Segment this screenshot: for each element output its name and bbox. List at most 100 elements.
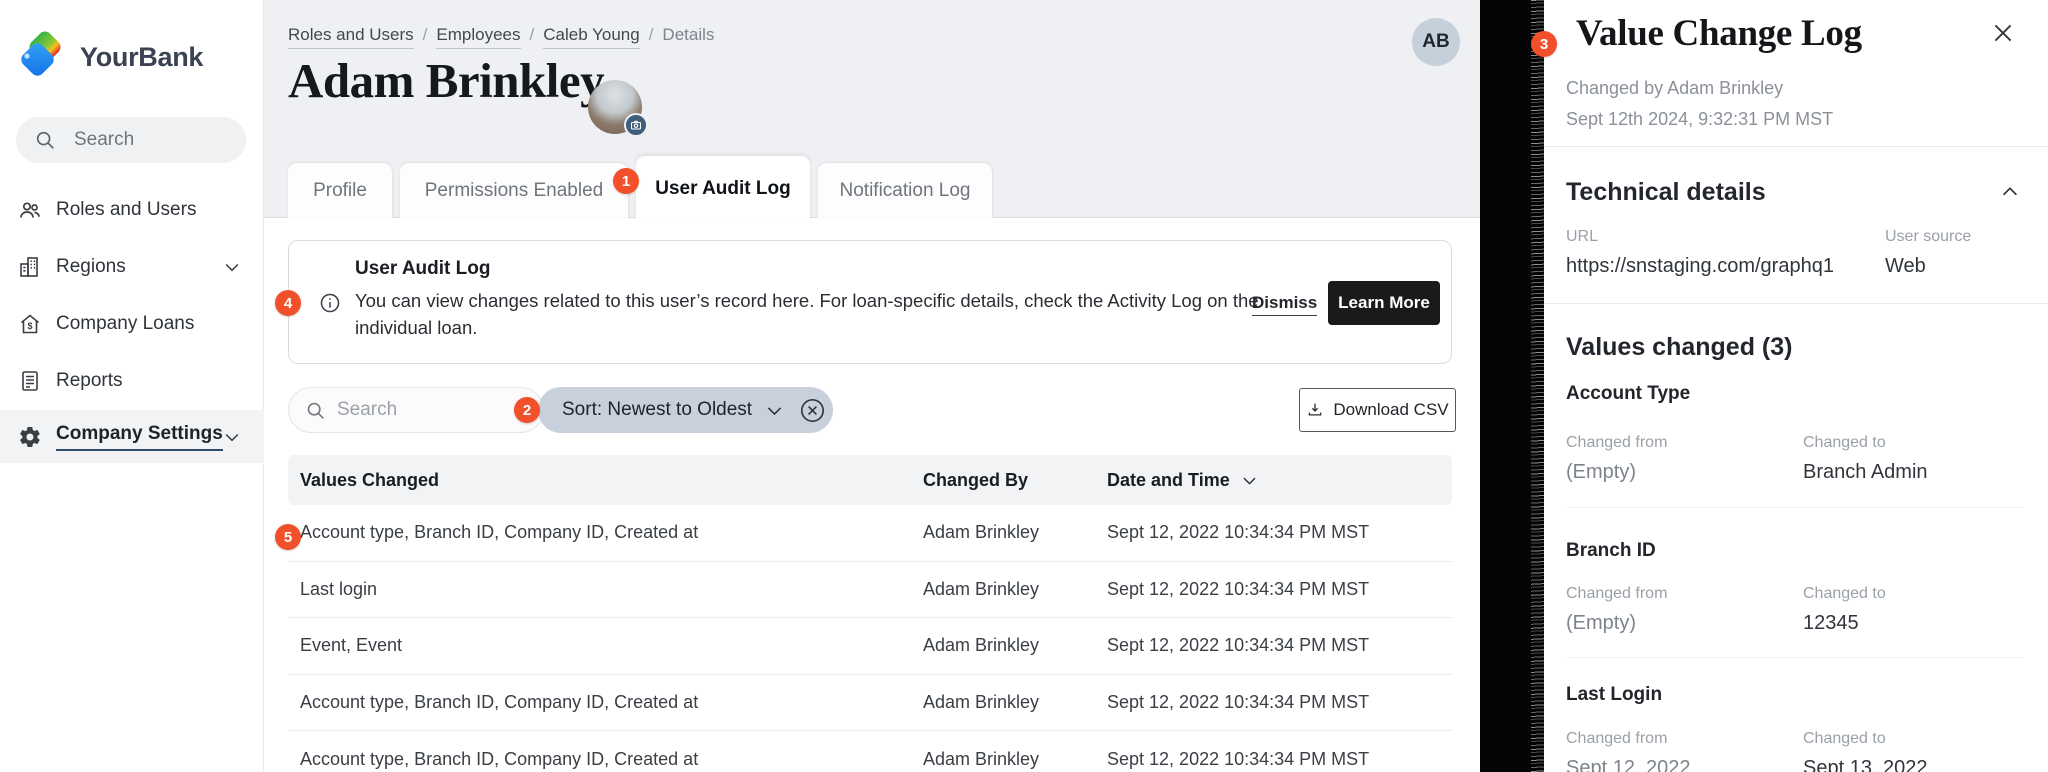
url-value: https://snstaging.com/graphq1 xyxy=(1566,255,1834,278)
column-date-and-time[interactable]: Date and Time xyxy=(1107,470,1452,491)
download-icon xyxy=(1306,401,1324,419)
sidebar-item-regions[interactable]: Regions xyxy=(0,239,264,295)
column-changed-by: Changed By xyxy=(923,470,1107,491)
breadcrumb-link[interactable]: Caleb Young xyxy=(543,25,639,49)
info-icon xyxy=(319,292,341,314)
table-search-input[interactable] xyxy=(337,388,527,432)
table-header-row: Values Changed Changed By Date and Time xyxy=(288,455,1452,505)
banner-body: You can view changes related to this use… xyxy=(355,287,1260,341)
chevron-down-icon[interactable] xyxy=(764,400,785,421)
audit-log-table: Values Changed Changed By Date and Time … xyxy=(288,455,1452,772)
sidebar-item-label: Reports xyxy=(56,370,123,392)
changed-to-value: Sept 13, 2022 xyxy=(1803,757,1928,772)
annotation-badge-4: 4 xyxy=(275,290,301,316)
breadcrumb-current: Details xyxy=(662,25,714,45)
table-row[interactable]: Account type, Branch ID, Company ID, Cre… xyxy=(288,675,1452,732)
changed-to-label: Changed to xyxy=(1803,434,1886,452)
tab-permissions-enabled[interactable]: Permissions Enabled xyxy=(400,163,628,218)
download-csv-label: Download CSV xyxy=(1333,400,1448,420)
table-row[interactable]: Account type, Branch ID, Company ID, Cre… xyxy=(288,505,1452,562)
value-change-log-panel: 3 Value Change Log Changed by Adam Brink… xyxy=(1544,0,2048,772)
divider xyxy=(1544,146,2048,147)
sidebar-item-label: Company Loans xyxy=(56,313,194,335)
sort-filter-chip[interactable]: Sort: Newest to Oldest xyxy=(538,387,833,433)
changed-from-label: Changed from xyxy=(1566,730,1667,748)
entry-field-account-type: Account Type xyxy=(1566,383,1690,405)
user-photo-avatar[interactable] xyxy=(588,80,642,134)
tab-notification-log[interactable]: Notification Log xyxy=(818,163,992,218)
camera-icon[interactable] xyxy=(624,113,648,137)
breadcrumb-separator: / xyxy=(530,25,535,45)
gear-icon xyxy=(18,425,42,449)
breadcrumb-link[interactable]: Roles and Users xyxy=(288,25,414,49)
sidebar-item-reports[interactable]: Reports xyxy=(0,353,264,409)
panel-timestamp: Sept 12th 2024, 9:32:31 PM MST xyxy=(1566,109,1833,130)
yourbank-logo-icon xyxy=(16,30,70,84)
entry-field-last-login: Last Login xyxy=(1566,684,1662,706)
sidebar-search-input[interactable] xyxy=(74,117,234,163)
sidebar: YourBank Roles and Users Regions $ Compa… xyxy=(0,0,264,772)
user-source-value: Web xyxy=(1885,255,1926,278)
sidebar-item-company-settings[interactable]: Company Settings xyxy=(0,410,264,463)
sort-chevron-down-icon xyxy=(1240,471,1259,490)
sidebar-item-label: Regions xyxy=(56,256,126,278)
tab-user-audit-log[interactable]: User Audit Log xyxy=(636,156,810,222)
download-csv-button[interactable]: Download CSV xyxy=(1299,388,1456,432)
divider xyxy=(1566,507,2024,508)
changed-to-label: Changed to xyxy=(1803,730,1886,748)
sidebar-item-label: Roles and Users xyxy=(56,199,196,221)
technical-details-heading: Technical details xyxy=(1566,178,1766,207)
sidebar-item-roles-and-users[interactable]: Roles and Users xyxy=(0,182,264,238)
breadcrumb-separator: / xyxy=(649,25,654,45)
breadcrumb-link[interactable]: Employees xyxy=(436,25,520,49)
annotation-badge-5: 5 xyxy=(275,524,301,550)
sidebar-search[interactable] xyxy=(16,117,246,163)
page-title: Adam Brinkley xyxy=(288,52,604,109)
divider xyxy=(1566,657,2024,658)
brand-name: YourBank xyxy=(80,42,203,73)
table-search[interactable] xyxy=(288,387,544,433)
changed-to-value: Branch Admin xyxy=(1803,461,1928,484)
breadcrumb-separator: / xyxy=(423,25,428,45)
learn-more-button[interactable]: Learn More xyxy=(1328,281,1440,325)
changed-from-value: (Empty) xyxy=(1566,461,1636,484)
table-row[interactable]: Account type, Branch ID, Company ID, Cre… xyxy=(288,731,1452,772)
entry-field-branch-id: Branch ID xyxy=(1566,540,1656,562)
breadcrumb: Roles and Users / Employees / Caleb Youn… xyxy=(288,25,714,49)
clear-filter-icon[interactable] xyxy=(799,397,826,424)
changed-to-value: 12345 xyxy=(1803,612,1859,635)
report-icon xyxy=(18,369,42,393)
page-header-band: Roles and Users / Employees / Caleb Youn… xyxy=(264,0,1480,218)
annotation-badge-2: 2 xyxy=(514,397,540,423)
panel-title: Value Change Log xyxy=(1576,12,1862,55)
dismiss-button[interactable]: Dismiss xyxy=(1252,293,1317,316)
changed-from-label: Changed from xyxy=(1566,585,1667,603)
screen: YourBank Roles and Users Regions $ Compa… xyxy=(0,0,2048,772)
sidebar-item-company-loans[interactable]: $ Company Loans xyxy=(0,296,264,352)
house-dollar-icon: $ xyxy=(18,312,42,336)
changed-from-value: Sept 12, 2022 xyxy=(1566,757,1691,772)
screenshot-seam-divider xyxy=(1480,0,1544,772)
values-changed-heading: Values changed (3) xyxy=(1566,333,1792,362)
banner-title: User Audit Log xyxy=(355,258,490,280)
search-icon xyxy=(305,400,326,421)
changed-to-label: Changed to xyxy=(1803,585,1886,603)
annotation-badge-3: 3 xyxy=(1531,31,1557,57)
search-icon xyxy=(34,129,56,151)
table-row[interactable]: Last login Adam Brinkley Sept 12, 2022 1… xyxy=(288,562,1452,619)
column-values-changed: Values Changed xyxy=(288,470,923,491)
users-icon xyxy=(18,198,42,222)
sort-label: Sort: Newest to Oldest xyxy=(562,399,752,421)
annotation-badge-1: 1 xyxy=(613,168,639,194)
chevron-up-icon[interactable] xyxy=(1999,181,2021,203)
changed-from-label: Changed from xyxy=(1566,434,1667,452)
brand-logo[interactable]: YourBank xyxy=(16,30,203,84)
tab-profile[interactable]: Profile xyxy=(288,163,392,218)
info-banner: User Audit Log You can view changes rela… xyxy=(288,240,1452,364)
chevron-down-icon xyxy=(222,257,242,277)
close-icon[interactable] xyxy=(1990,20,2016,46)
chevron-down-icon xyxy=(222,427,242,447)
table-row[interactable]: Event, Event Adam Brinkley Sept 12, 2022… xyxy=(288,618,1452,675)
divider xyxy=(1544,303,2048,304)
account-avatar[interactable]: AB xyxy=(1412,18,1460,66)
